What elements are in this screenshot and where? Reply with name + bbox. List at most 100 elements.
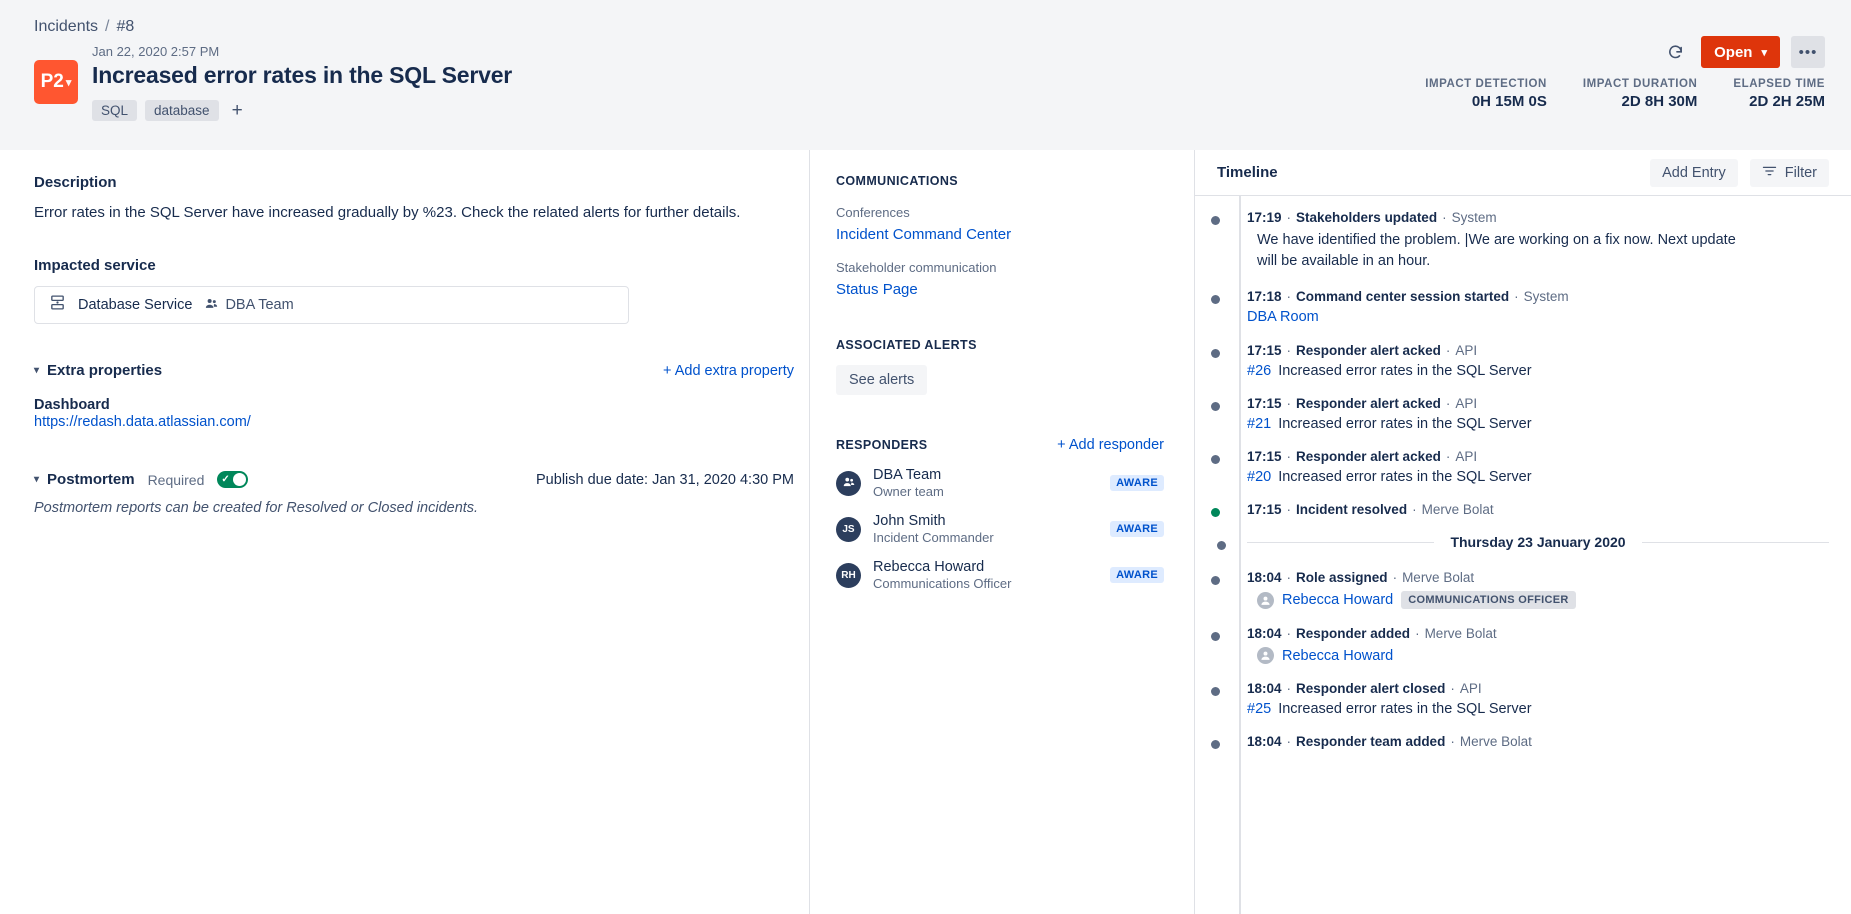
add-tag-icon[interactable]: +	[227, 101, 248, 120]
see-alerts-button[interactable]: See alerts	[836, 365, 928, 395]
person-name-link[interactable]: Rebecca Howard	[1282, 648, 1393, 664]
filter-button[interactable]: Filter	[1749, 158, 1829, 187]
entry-time: 17:15	[1247, 396, 1282, 412]
incident-created-date: Jan 22, 2020 2:57 PM	[92, 44, 220, 59]
entry-action: Incident resolved	[1296, 502, 1408, 518]
responders-header: RESPONDERS + Add responder	[836, 437, 1164, 453]
tag-item[interactable]: database	[145, 100, 219, 121]
refresh-icon[interactable]	[1660, 37, 1690, 67]
alert-id-link[interactable]: #25	[1247, 701, 1271, 717]
entry-action: Responder alert closed	[1296, 681, 1446, 697]
filter-label: Filter	[1784, 164, 1817, 181]
metrics-bar: IMPACT DETECTION 0H 15M 0S IMPACT DURATI…	[1425, 78, 1825, 110]
status-page-link[interactable]: Status Page	[836, 281, 1164, 298]
add-entry-button[interactable]: Add Entry	[1650, 158, 1738, 187]
details-panel: Description Error rates in the SQL Serve…	[0, 150, 810, 914]
conferences-label: Conferences	[836, 205, 910, 220]
entry-time: 17:15	[1247, 449, 1282, 465]
entry-actor: API	[1455, 343, 1478, 359]
timeline-dot	[1211, 508, 1220, 518]
person-name-link[interactable]: Rebecca Howard	[1282, 592, 1393, 608]
add-responder-link[interactable]: + Add responder	[1057, 437, 1164, 453]
impacted-service-box[interactable]: Database Service DBA Team	[34, 286, 629, 324]
entry-action: Stakeholders updated	[1296, 210, 1438, 225]
stakeholder-communication-label: Stakeholder communication	[836, 260, 997, 275]
property-value-link[interactable]: https://redash.data.atlassian.com/	[34, 414, 251, 430]
alert-id-link[interactable]: #20	[1247, 469, 1271, 485]
entry-actor: API	[1455, 449, 1478, 465]
timeline-entry-meta: 18:04 · Responder team added · Merve Bolat	[1247, 734, 1532, 750]
timeline-entry: 17:15 · Responder alert acked · API #21 Increa…	[1211, 396, 1829, 432]
entry-time: 17:19	[1247, 210, 1282, 225]
postmortem-required-label: Required	[147, 471, 205, 488]
tag-list: SQL database +	[92, 100, 512, 121]
postmortem-row: ▾ Postmortem Required ✓ Publish due date…	[34, 471, 794, 488]
role-badge: COMMUNICATIONS OFFICER	[1401, 591, 1576, 610]
tag-item[interactable]: SQL	[92, 100, 138, 121]
entry-actor: Merve Bolat	[1421, 502, 1494, 518]
postmortem-note: Postmortem reports can be created for Re…	[34, 500, 479, 516]
timeline-dot	[1211, 632, 1220, 642]
priority-badge[interactable]: P2 ▾	[34, 60, 78, 104]
more-actions-button[interactable]: •••	[1791, 36, 1825, 68]
postmortem-required-toggle[interactable]: ✓	[217, 471, 249, 488]
metric-elapsed-time: ELAPSED TIME 2D 2H 25M	[1733, 78, 1825, 110]
description-text: Error rates in the SQL Server have incre…	[34, 204, 741, 221]
alert-title: Increased error rates in the SQL Server	[1278, 416, 1532, 433]
person-icon	[1257, 647, 1274, 665]
entry-alert: #26 Increased error rates in the SQL Serv…	[1247, 363, 1829, 379]
entry-time: 18:04	[1247, 734, 1282, 750]
alert-title: Increased error rates in the SQL Server	[1278, 363, 1532, 380]
timeline-header: Timeline Add Entry Filter	[1195, 150, 1851, 196]
entry-actor: Merve Bolat	[1424, 626, 1497, 642]
timeline-entry: 17:19 · Stakeholders updated · System We have…	[1211, 210, 1829, 272]
metric-value: 2D 8H 30M	[1621, 93, 1698, 110]
responder-name: John Smith	[873, 513, 946, 529]
timeline-scroll-area[interactable]: 17:19 · Stakeholders updated · System We have…	[1195, 196, 1851, 914]
status-dropdown-button[interactable]: Open ▾	[1701, 36, 1780, 68]
postmortem-heading: Postmortem	[47, 471, 135, 488]
entry-action: Responder alert acked	[1296, 396, 1441, 412]
timeline-dot	[1211, 402, 1220, 412]
timeline-entry: 17:15 · Responder alert acked · API #20 Increa…	[1211, 449, 1829, 486]
person-icon	[1257, 591, 1274, 609]
breadcrumb-incidents-link[interactable]: Incidents	[34, 18, 98, 35]
timeline-entry-meta: 17:15 · Incident resolved · Merve Bolat	[1247, 502, 1494, 518]
conference-link[interactable]: Incident Command Center	[836, 226, 1164, 243]
timeline-entry: 17:15 · Incident resolved · Merve Bolat	[1211, 502, 1829, 518]
alert-id-link[interactable]: #21	[1247, 416, 1271, 432]
chevron-down-icon: ▾	[1761, 46, 1767, 59]
entry-time: 17:15	[1247, 502, 1282, 518]
extra-properties-toggle[interactable]: ▾ Extra properties	[34, 362, 162, 379]
responder-item[interactable]: JS John Smith Incident Commander AWARE	[836, 513, 1164, 545]
responder-item[interactable]: RH Rebecca Howard Communications Officer…	[836, 559, 1164, 591]
timeline-dot	[1217, 541, 1226, 551]
add-extra-property-link[interactable]: + Add extra property	[663, 363, 794, 379]
avatar: RH	[836, 562, 861, 588]
timeline-dot	[1211, 455, 1220, 465]
chevron-down-icon: ▾	[34, 365, 40, 376]
metric-impact-duration: IMPACT DURATION 2D 8H 30M	[1583, 78, 1698, 110]
timeline-dot	[1211, 295, 1220, 305]
timeline-entry-meta: 17:19 · Stakeholders updated · System	[1247, 210, 1497, 225]
status-label: Open	[1714, 43, 1753, 61]
postmortem-toggle-section[interactable]: ▾ Postmortem	[34, 471, 135, 488]
alert-title: Increased error rates in the SQL Server	[1278, 469, 1532, 486]
responder-item[interactable]: DBA Team Owner team AWARE	[836, 467, 1164, 499]
extra-properties-heading: Extra properties	[47, 362, 163, 379]
entry-time: 18:04	[1247, 626, 1282, 642]
metric-value: 0H 15M 0S	[1471, 93, 1547, 110]
incident-body: Description Error rates in the SQL Serve…	[0, 150, 1851, 914]
entry-alert: #21 Increased error rates in the SQL Serv…	[1247, 416, 1829, 432]
responder-role: Incident Commander	[873, 530, 994, 545]
breadcrumb-current[interactable]: #8	[117, 18, 135, 35]
entry-actor: Merve Bolat	[1459, 734, 1532, 750]
metric-impact-detection: IMPACT DETECTION 0H 15M 0S	[1425, 78, 1547, 110]
responders-heading: RESPONDERS	[836, 438, 928, 452]
entry-actor: System	[1523, 289, 1569, 305]
entry-link[interactable]: DBA Room	[1247, 309, 1319, 325]
alert-id-link[interactable]: #26	[1247, 363, 1271, 379]
timeline-dot	[1211, 576, 1220, 586]
breadcrumb: Incidents / #8	[34, 18, 1823, 36]
